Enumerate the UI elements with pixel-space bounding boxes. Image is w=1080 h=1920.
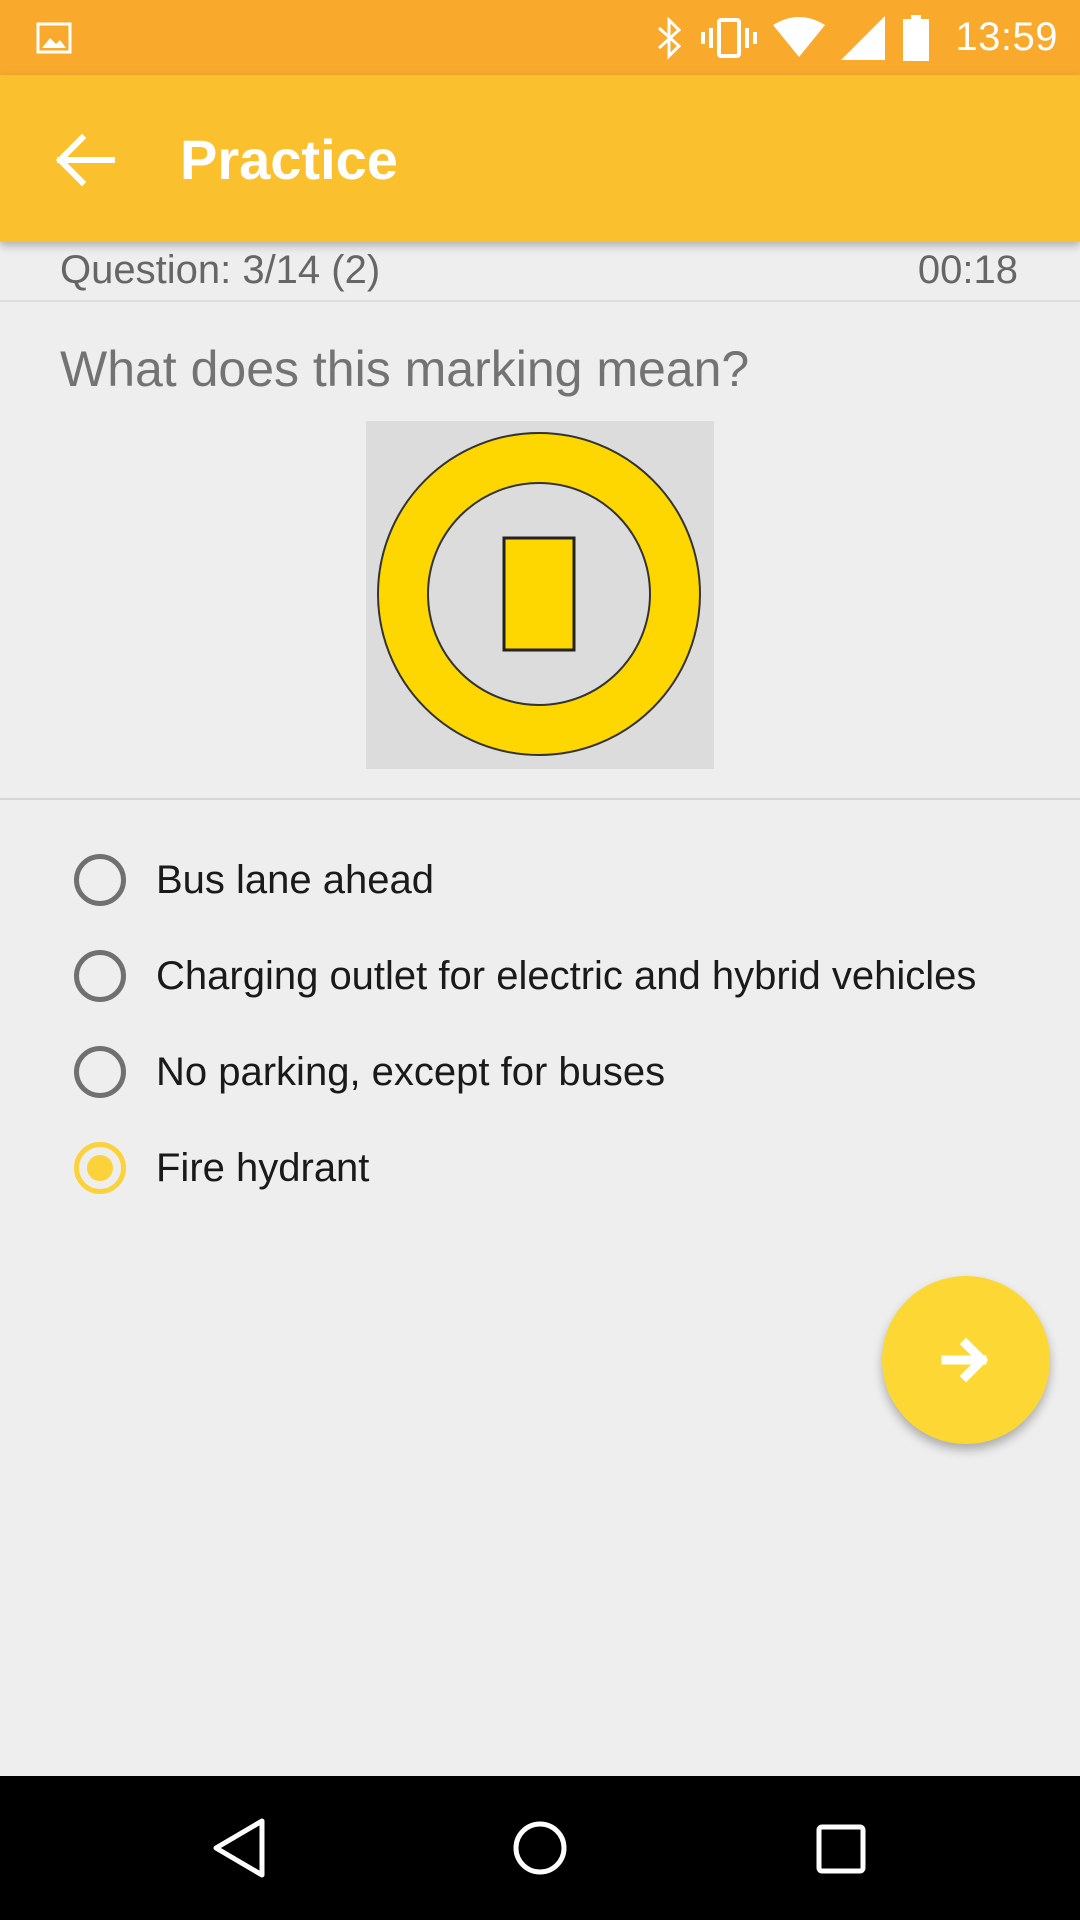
next-button[interactable] bbox=[882, 1276, 1050, 1444]
road-marking-image bbox=[366, 421, 714, 769]
fire-hydrant-marking-icon bbox=[377, 432, 701, 756]
battery-icon bbox=[903, 14, 930, 61]
question-info-row: Question: 3/14 (2) 00:18 bbox=[0, 242, 1080, 302]
bluetooth-icon bbox=[658, 15, 682, 60]
app-bar: Practice bbox=[0, 75, 1080, 242]
status-time: 13:59 bbox=[955, 15, 1058, 59]
arrow-back-icon[interactable] bbox=[50, 125, 120, 195]
page-title: Practice bbox=[180, 128, 398, 191]
timer: 00:18 bbox=[917, 248, 1018, 292]
radio-button-selected[interactable] bbox=[74, 1142, 126, 1194]
recents-square-icon[interactable] bbox=[805, 1813, 875, 1883]
status-bar: 13:59 bbox=[0, 0, 1080, 75]
signal-icon bbox=[841, 15, 886, 60]
option-label: Charging outlet for electric and hybrid … bbox=[156, 953, 977, 998]
option-label: Fire hydrant bbox=[156, 1145, 370, 1190]
wifi-icon bbox=[773, 16, 826, 57]
question-counter: Question: 3/14 (2) bbox=[60, 248, 381, 292]
option-3[interactable]: No parking, except for buses bbox=[74, 1032, 665, 1112]
arrow-forward-icon bbox=[941, 1337, 989, 1383]
vibrate-icon bbox=[701, 17, 758, 58]
option-label: Bus lane ahead bbox=[156, 857, 435, 902]
option-label: No parking, except for buses bbox=[156, 1049, 666, 1094]
option-4[interactable]: Fire hydrant bbox=[74, 1128, 369, 1208]
option-1[interactable]: Bus lane ahead bbox=[74, 840, 434, 920]
question-text: What does this marking mean? bbox=[60, 341, 750, 397]
radio-button[interactable] bbox=[74, 1046, 126, 1098]
back-triangle-icon[interactable] bbox=[206, 1813, 276, 1883]
radio-button[interactable] bbox=[74, 854, 126, 906]
radio-button[interactable] bbox=[74, 950, 126, 1002]
gallery-icon bbox=[36, 22, 72, 54]
system-nav-bar bbox=[0, 1776, 1080, 1920]
divider bbox=[0, 798, 1080, 800]
home-circle-icon[interactable] bbox=[505, 1813, 575, 1883]
option-2[interactable]: Charging outlet for electric and hybrid … bbox=[74, 936, 976, 1016]
